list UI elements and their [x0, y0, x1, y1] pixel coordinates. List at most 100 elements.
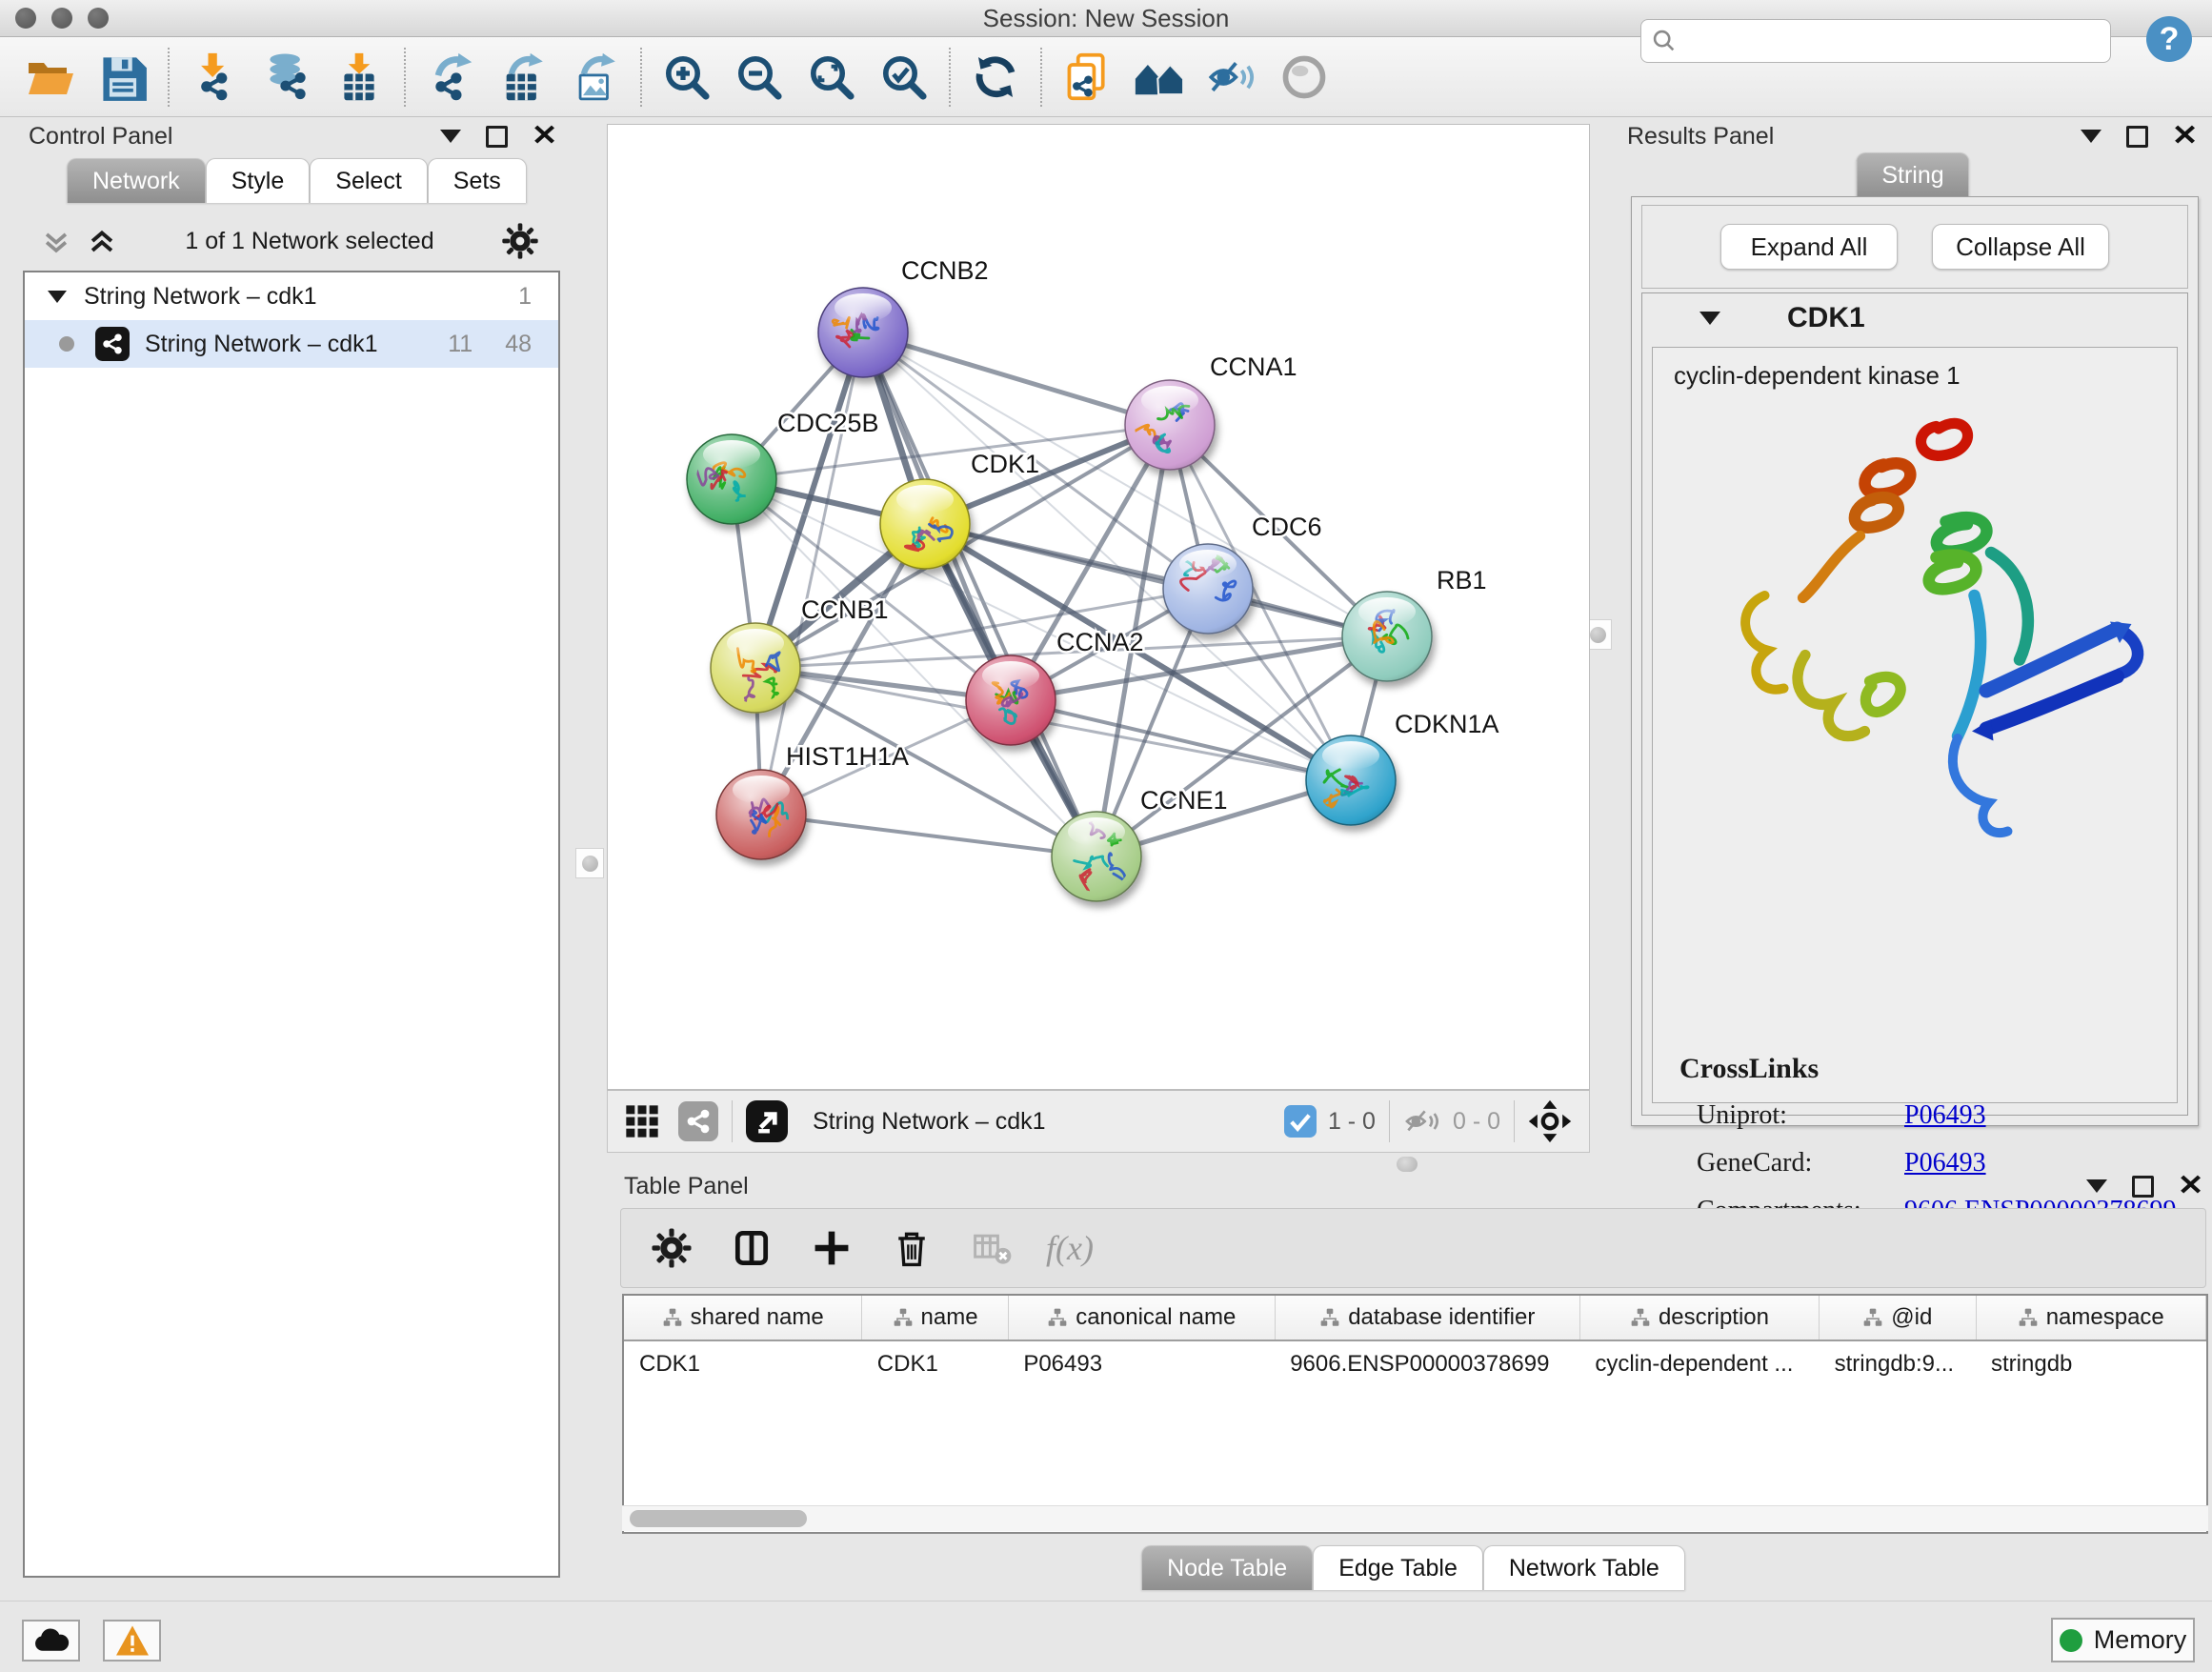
- export-image-button[interactable]: [566, 48, 625, 107]
- network-share-icon[interactable]: [678, 1101, 718, 1141]
- table-cell[interactable]: 9606.ENSP00000378699: [1275, 1340, 1579, 1387]
- collapse-all-button[interactable]: Collapse All: [1932, 224, 2109, 270]
- search-input[interactable]: [1687, 27, 2110, 55]
- zoom-selected-button[interactable]: [875, 48, 934, 107]
- column-header-database-identifier[interactable]: database identifier: [1275, 1296, 1579, 1340]
- panel-close-icon[interactable]: ✕: [532, 122, 558, 151]
- warning-button[interactable]: [103, 1620, 161, 1662]
- column-header-name[interactable]: name: [862, 1296, 1009, 1340]
- network-node-CCNA2[interactable]: [966, 655, 1056, 745]
- column-header-canonical-name[interactable]: canonical name: [1008, 1296, 1275, 1340]
- crosslink-link[interactable]: P06493: [1904, 1100, 1986, 1131]
- results-panel-title: Results Panel: [1619, 123, 1774, 151]
- hidden-eye-icon[interactable]: [1403, 1105, 1441, 1138]
- export-network-button[interactable]: [421, 48, 480, 107]
- open-button[interactable]: [21, 48, 80, 107]
- table-row[interactable]: CDK1CDK1P064939606.ENSP00000378699cyclin…: [624, 1340, 2206, 1387]
- network-edge[interactable]: [761, 815, 1096, 856]
- network-node-CDK1[interactable]: [880, 479, 970, 569]
- cloud-button[interactable]: [22, 1620, 80, 1662]
- gene-section-header[interactable]: CDK1: [1642, 293, 2187, 343]
- panel-float-icon[interactable]: [2126, 126, 2148, 148]
- panel-menu-icon[interactable]: [2081, 130, 2101, 143]
- node-label-CDC25B: CDC25B: [777, 409, 879, 437]
- network-node-CCNA1[interactable]: [1125, 380, 1215, 470]
- network-node-CCNE1[interactable]: [1052, 812, 1141, 901]
- table-settings-gear-icon[interactable]: [646, 1222, 697, 1274]
- selected-checkbox-icon[interactable]: [1284, 1105, 1317, 1138]
- import-database-button[interactable]: [257, 48, 316, 107]
- network-edge[interactable]: [863, 332, 1096, 856]
- add-column-icon[interactable]: [806, 1222, 857, 1274]
- table-cell[interactable]: stringdb:9...: [1820, 1340, 1976, 1387]
- import-network-button[interactable]: [185, 48, 244, 107]
- network-options-gear-icon[interactable]: [501, 222, 539, 260]
- memory-button[interactable]: Memory: [2051, 1618, 2195, 1662]
- network-collection-row[interactable]: String Network – cdk1 1: [25, 272, 558, 320]
- network-node-CDC6[interactable]: [1163, 544, 1253, 634]
- gene-collapse-icon[interactable]: [1699, 312, 1720, 325]
- collection-expand-icon[interactable]: [48, 291, 67, 303]
- column-header-description[interactable]: description: [1579, 1296, 1819, 1340]
- network-node-RB1[interactable]: [1342, 592, 1432, 681]
- tab-style[interactable]: Style: [206, 158, 311, 203]
- gray-eye-button[interactable]: [1275, 48, 1334, 107]
- tab-network[interactable]: Network: [67, 158, 206, 203]
- table-cell[interactable]: cyclin-dependent ...: [1579, 1340, 1819, 1387]
- panel-menu-icon[interactable]: [2086, 1179, 2107, 1193]
- network-node-CDKN1A[interactable]: [1306, 735, 1396, 825]
- network-node-CCNB1[interactable]: [711, 623, 800, 713]
- table-cell[interactable]: CDK1: [624, 1340, 862, 1387]
- table-cell[interactable]: stringdb: [1976, 1340, 2206, 1387]
- tab-select[interactable]: Select: [310, 158, 427, 203]
- zoom-out-button[interactable]: [730, 48, 789, 107]
- import-table-button[interactable]: [330, 48, 389, 107]
- tab-string[interactable]: String: [1856, 152, 1969, 197]
- network-node-HIST1H1A[interactable]: [716, 770, 806, 859]
- network-node-CDC25B[interactable]: [687, 434, 776, 524]
- panel-close-icon[interactable]: ✕: [2172, 122, 2199, 151]
- panel-menu-icon[interactable]: [440, 130, 461, 143]
- network-row[interactable]: String Network – cdk1 11 48: [25, 320, 558, 368]
- home-button[interactable]: [1130, 48, 1189, 107]
- node-label-CDKN1A: CDKN1A: [1395, 710, 1499, 738]
- table-horizontal-scrollbar[interactable]: [622, 1505, 2208, 1531]
- scrollbar-thumb[interactable]: [630, 1510, 807, 1527]
- left-splitter-handle[interactable]: [575, 848, 604, 878]
- collapse-all-networks-icon[interactable]: [86, 225, 118, 257]
- expand-all-networks-icon[interactable]: [40, 225, 72, 257]
- search-box[interactable]: [1640, 19, 2111, 63]
- network-canvas[interactable]: CCNB2CCNA1CDC25BCDK1CDC6RB1CCNB1CCNA2CDK…: [607, 124, 1590, 1090]
- hide-labels-button[interactable]: [1202, 48, 1261, 107]
- delete-column-trash-icon[interactable]: [886, 1222, 937, 1274]
- help-button[interactable]: ?: [2145, 15, 2193, 63]
- zoom-fit-button[interactable]: [802, 48, 861, 107]
- network-node-CCNB2[interactable]: [818, 288, 908, 377]
- tab-edge-table[interactable]: Edge Table: [1313, 1545, 1483, 1590]
- network-node-count: 11: [448, 331, 473, 358]
- panel-close-icon[interactable]: ✕: [2178, 1172, 2204, 1200]
- network-edge[interactable]: [863, 332, 1170, 425]
- tab-sets[interactable]: Sets: [428, 158, 527, 203]
- tab-network-table[interactable]: Network Table: [1483, 1545, 1685, 1590]
- table-cell[interactable]: P06493: [1008, 1340, 1275, 1387]
- column-header-shared-name[interactable]: shared name: [624, 1296, 862, 1340]
- panel-float-icon[interactable]: [2132, 1176, 2154, 1198]
- table-cell[interactable]: CDK1: [862, 1340, 1009, 1387]
- open-in-new-window-icon[interactable]: [746, 1100, 788, 1142]
- export-table-button[interactable]: [493, 48, 553, 107]
- panel-float-icon[interactable]: [486, 126, 508, 148]
- refresh-button[interactable]: [966, 48, 1025, 107]
- save-button[interactable]: [93, 48, 152, 107]
- column-header-@id[interactable]: @id: [1820, 1296, 1976, 1340]
- birds-eye-view-icon[interactable]: [1528, 1099, 1572, 1143]
- clone-network-button[interactable]: [1057, 48, 1116, 107]
- zoom-in-button[interactable]: [657, 48, 716, 107]
- warning-icon: [114, 1624, 151, 1657]
- column-header-namespace[interactable]: namespace: [1976, 1296, 2206, 1340]
- expand-all-button[interactable]: Expand All: [1720, 224, 1898, 270]
- tab-node-table[interactable]: Node Table: [1141, 1545, 1313, 1590]
- network-graph[interactable]: CCNB2CCNA1CDC25BCDK1CDC6RB1CCNB1CCNA2CDK…: [608, 125, 1589, 1089]
- grid-view-icon[interactable]: [623, 1102, 661, 1140]
- show-columns-icon[interactable]: [726, 1222, 777, 1274]
